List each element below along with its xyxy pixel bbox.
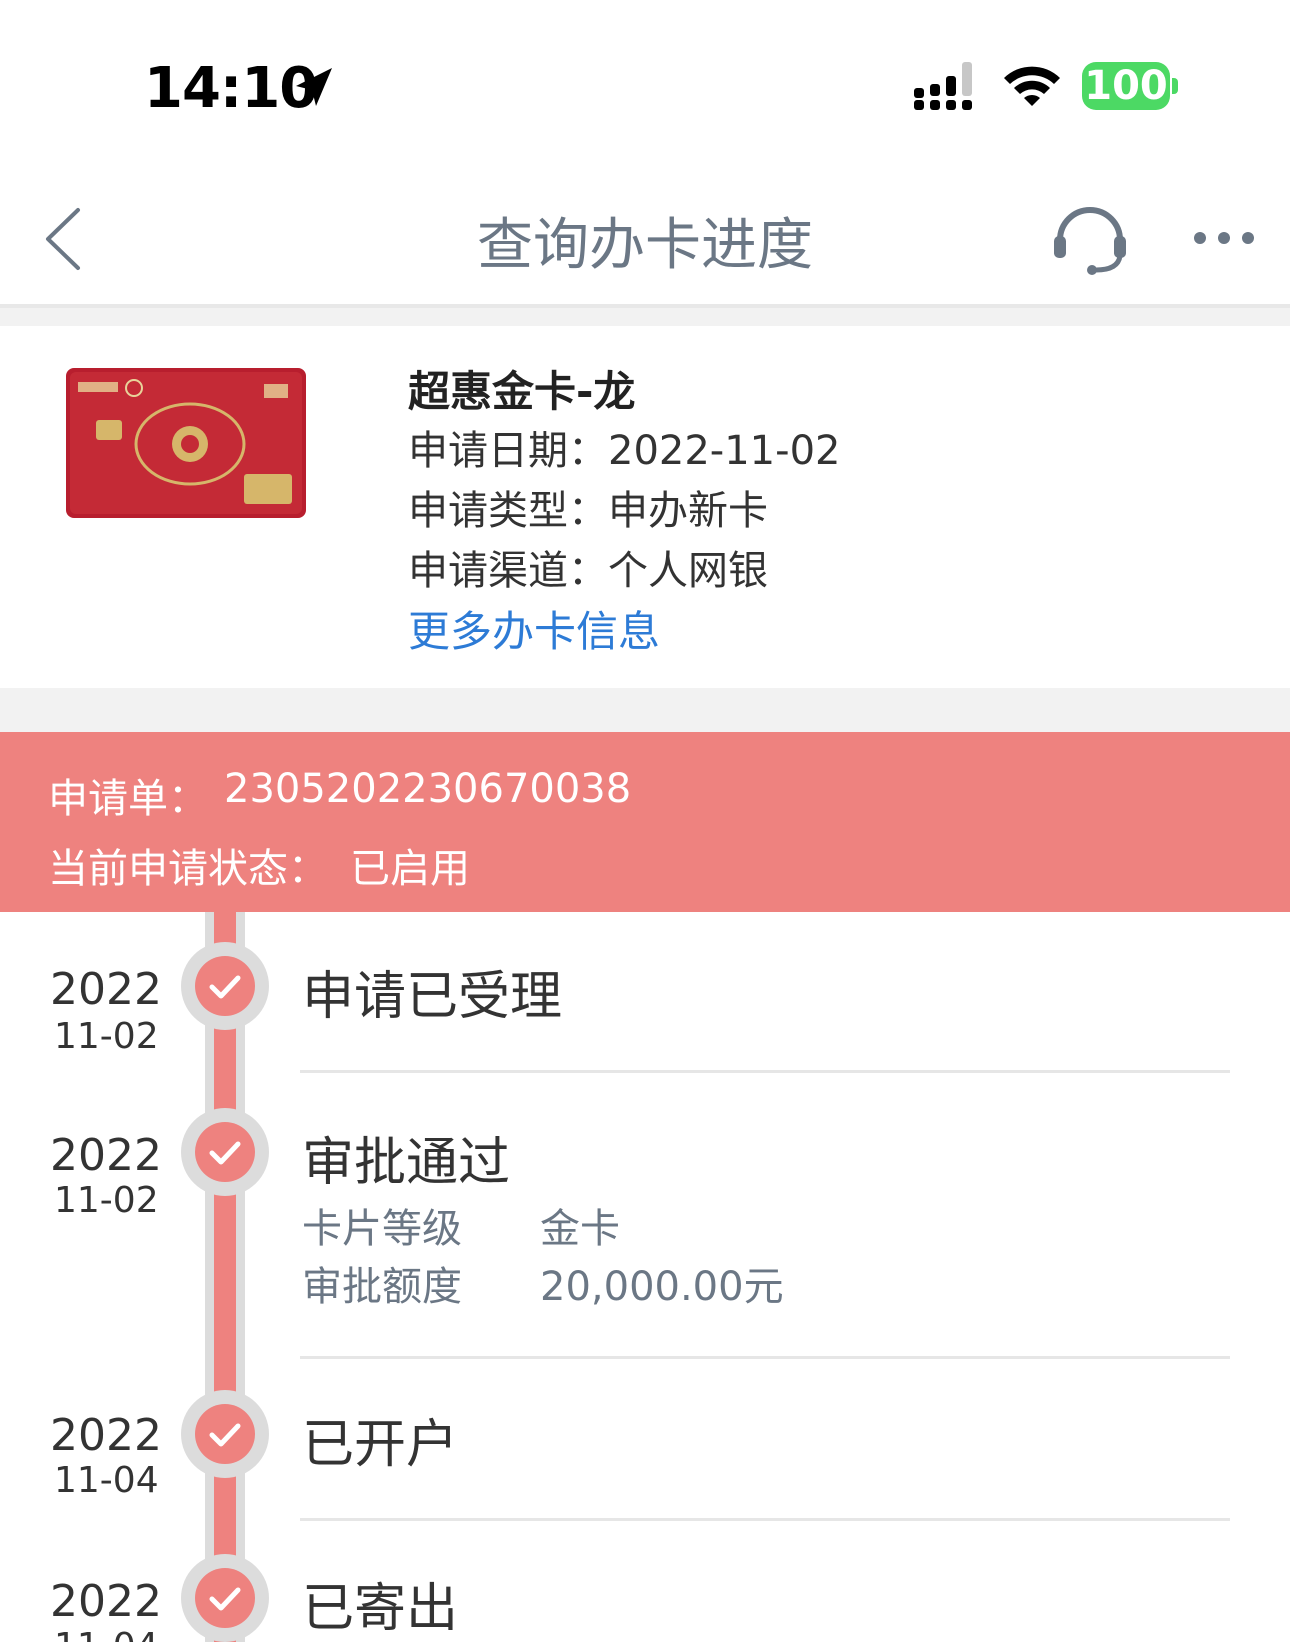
credit-limit-label: 审批额度 [302, 1264, 462, 1310]
customer-service-headset-icon[interactable] [1052, 200, 1128, 276]
card-info-section: 超惠金卡-龙 申请日期：2022-11-02 申请类型：申办新卡 申请渠道：个人… [0, 326, 1290, 688]
step-year: 2022 [50, 1576, 162, 1627]
card-level-label: 卡片等级 [302, 1206, 462, 1252]
checkmark-icon [195, 1568, 255, 1628]
credit-card-image [66, 368, 306, 518]
step-title: 已寄出 [302, 1579, 459, 1639]
section-gap [0, 308, 1290, 326]
step-title: 申请已受理 [302, 967, 563, 1027]
apply-channel-row: 申请渠道：个人网银 [408, 538, 768, 596]
step-completed-node [181, 1554, 269, 1642]
apply-type-value: 申办新卡 [608, 488, 768, 534]
step-date: 11-02 [54, 1016, 159, 1057]
apply-date-label: 申请日期： [408, 428, 608, 474]
section-gap [0, 688, 1290, 732]
cellular-signal-icon [914, 62, 972, 110]
apply-date-row: 申请日期：2022-11-02 [408, 418, 840, 476]
step-date: 11-04 [54, 1460, 159, 1501]
apply-type-label: 申请类型： [408, 488, 608, 534]
step-date: 11-02 [54, 1180, 159, 1221]
checkmark-icon [195, 1122, 255, 1182]
apply-channel-value: 个人网银 [608, 548, 768, 594]
checkmark-icon [195, 1404, 255, 1464]
order-number-value: 2305202230670038 [224, 766, 632, 812]
order-number-row: 申请单： 2305202230670038 [48, 766, 631, 824]
application-status-banner: 申请单： 2305202230670038 当前申请状态： 已启用 [0, 732, 1290, 912]
apply-type-row: 申请类型：申办新卡 [408, 478, 768, 536]
nav-bar: 查询办卡进度 [0, 170, 1290, 308]
credit-limit-value: 20,000.00元 [540, 1264, 784, 1310]
step-divider [300, 1070, 1230, 1073]
card-name: 超惠金卡-龙 [408, 367, 636, 416]
more-options-icon[interactable] [1192, 226, 1256, 250]
step-year: 2022 [50, 1130, 162, 1181]
step-completed-node [181, 1390, 269, 1478]
progress-timeline: 2022 11-02 申请已受理 2022 11-02 审批通过 卡片等级 金卡… [0, 912, 1290, 1642]
apply-channel-label: 申请渠道： [408, 548, 608, 594]
battery-cap [1172, 78, 1178, 94]
card-level-value: 金卡 [540, 1206, 620, 1252]
step-year: 2022 [50, 964, 162, 1015]
current-status-value: 已启用 [350, 846, 470, 892]
step-date: 11-04 [54, 1626, 159, 1642]
status-bar: 14:10 100 [0, 0, 1290, 170]
current-status-label: 当前申请状态： [48, 846, 328, 892]
step-year: 2022 [50, 1410, 162, 1461]
step-title: 已开户 [302, 1415, 459, 1475]
current-status-row: 当前申请状态： 已启用 [48, 836, 470, 894]
more-card-info-link[interactable]: 更多办卡信息 [408, 598, 660, 659]
step-title: 审批通过 [302, 1133, 511, 1193]
step-divider [300, 1518, 1230, 1521]
location-arrow-icon [296, 68, 332, 106]
step-divider [300, 1356, 1230, 1359]
step-completed-node [181, 1108, 269, 1196]
wifi-icon [1004, 66, 1060, 106]
order-number-label: 申请单： [48, 776, 208, 822]
apply-date-value: 2022-11-02 [608, 428, 841, 474]
checkmark-icon [195, 956, 255, 1016]
battery-indicator: 100 [1082, 62, 1170, 110]
step-completed-node [181, 942, 269, 1030]
